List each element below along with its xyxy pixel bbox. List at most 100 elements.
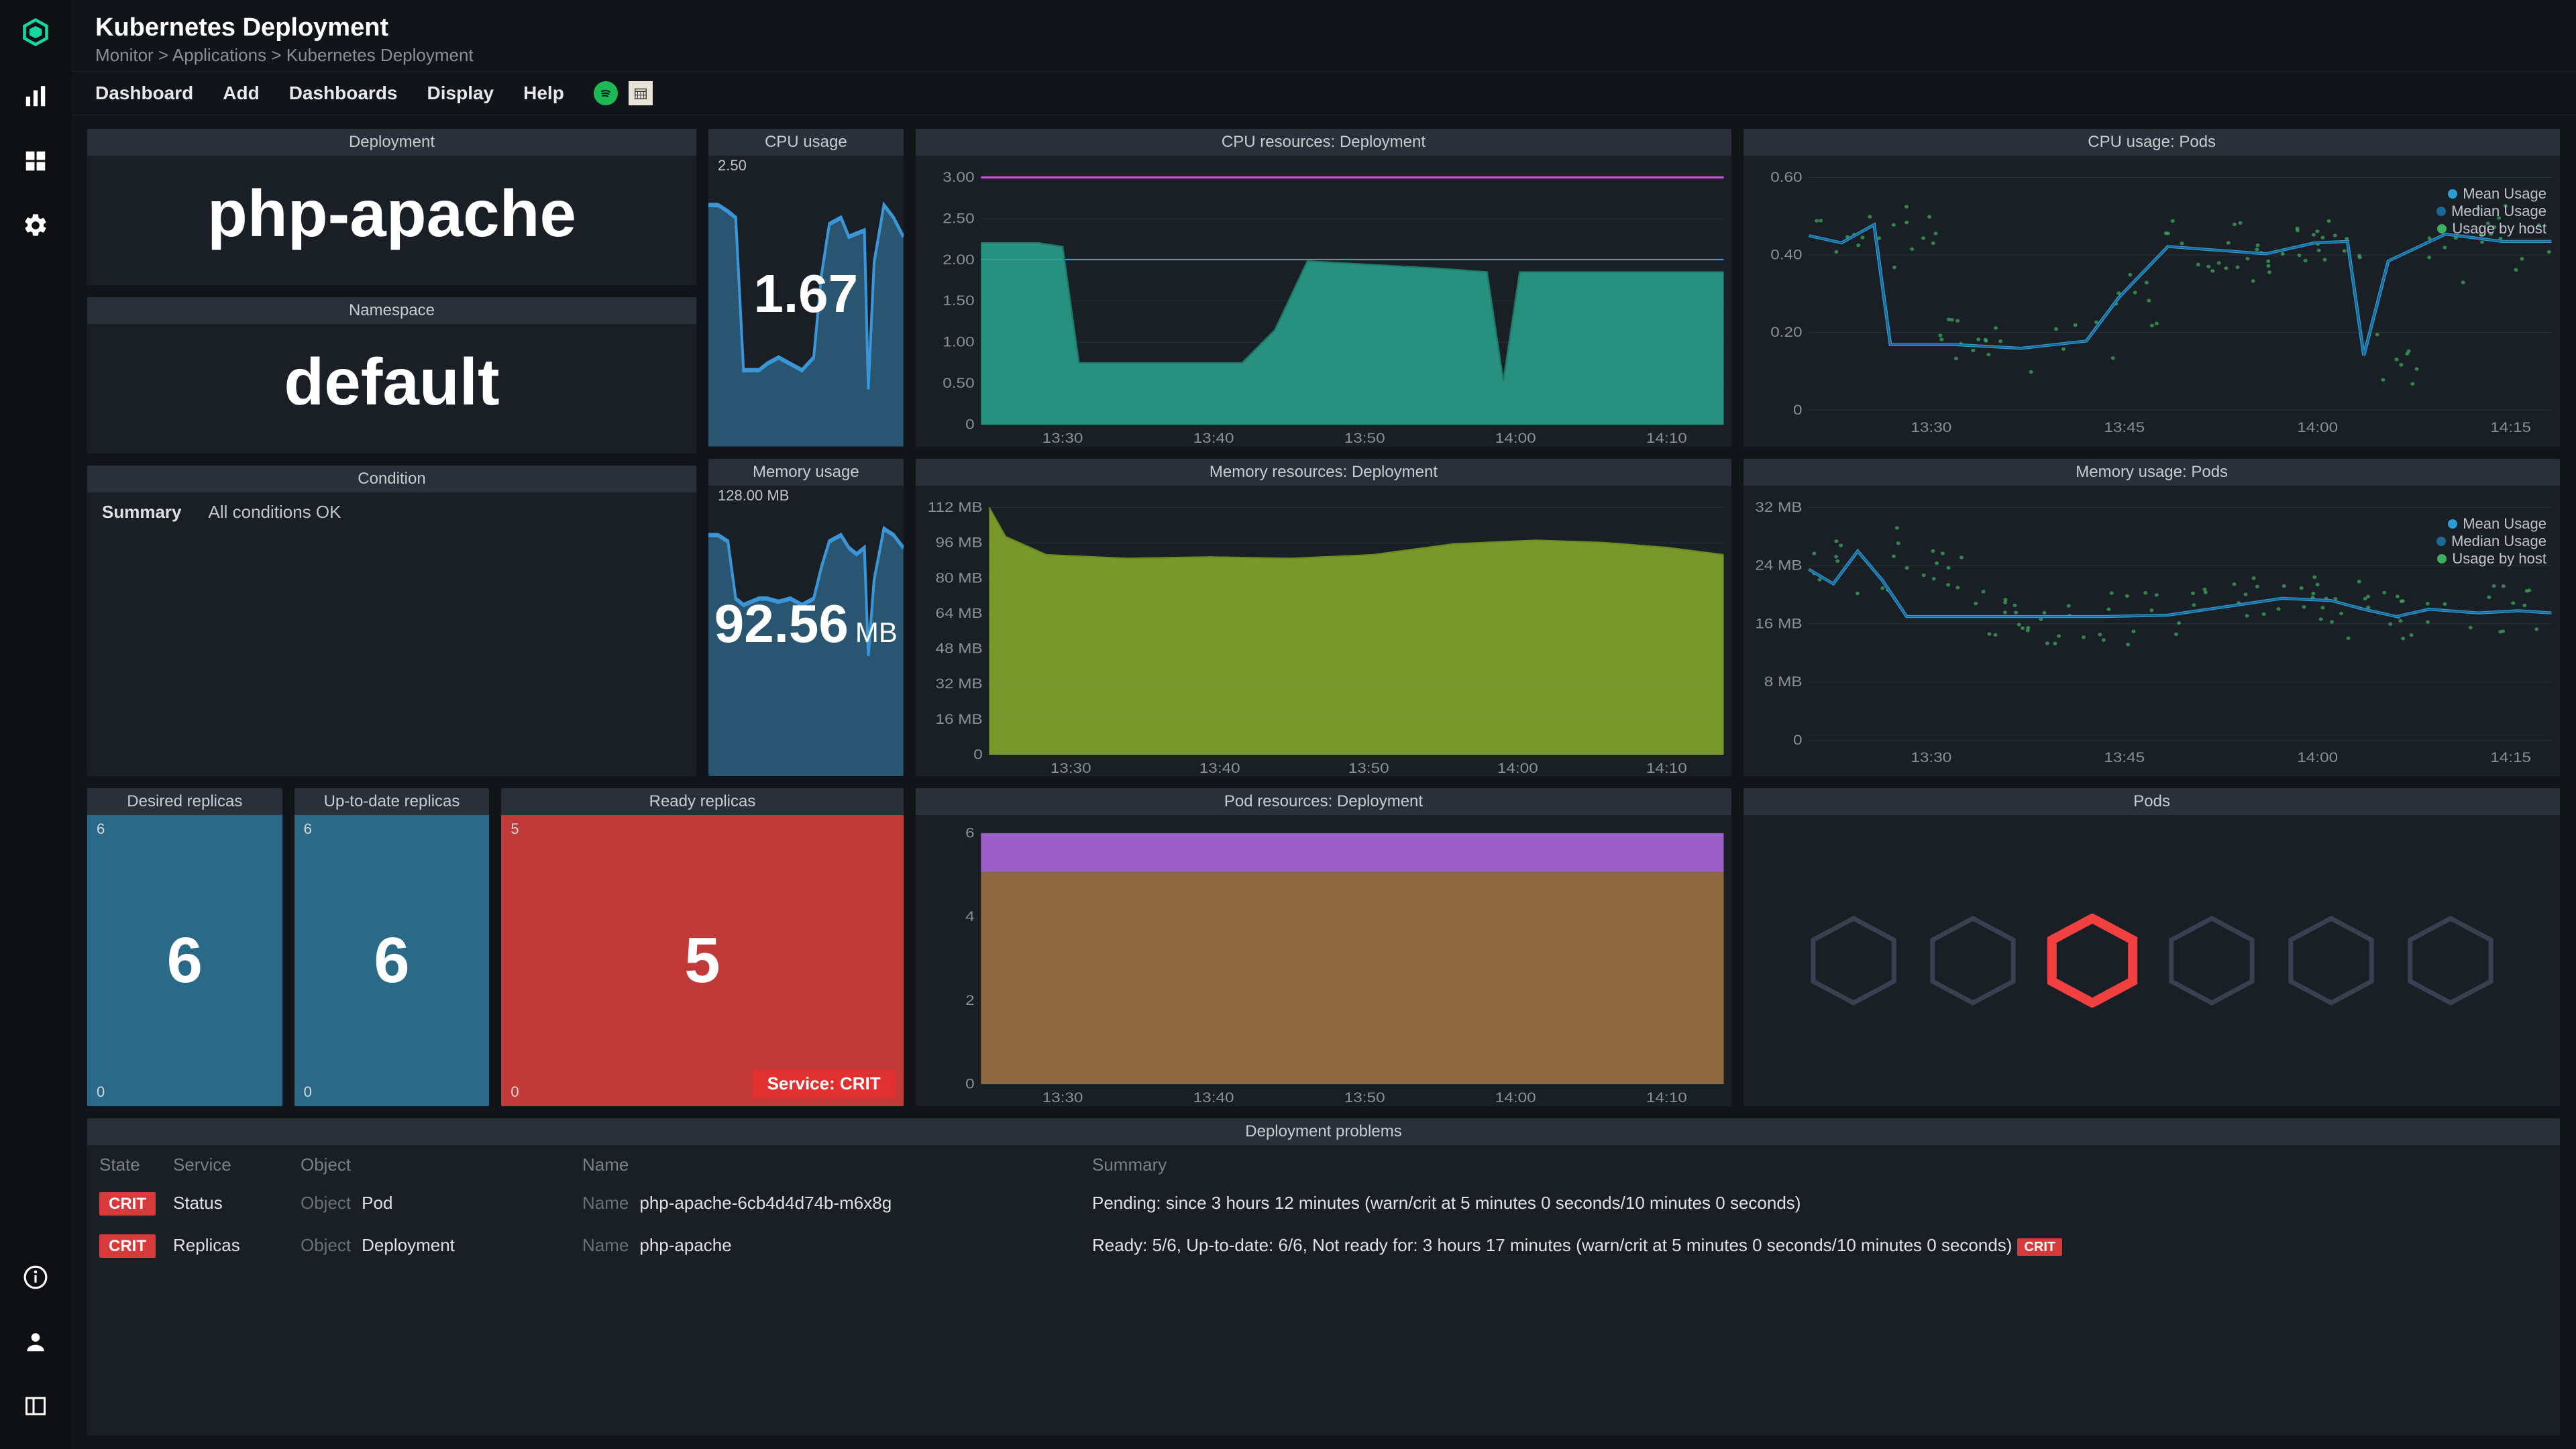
panel-title: CPU resources: Deployment: [916, 129, 1732, 156]
table-row[interactable]: CRITReplicasObjectDeploymentNamephp-apac…: [99, 1224, 2548, 1267]
deployment-value: php-apache: [207, 176, 576, 252]
svg-text:13:30: 13:30: [1042, 429, 1083, 445]
rep-value: 6: [374, 924, 409, 998]
svg-text:13:40: 13:40: [1193, 1089, 1234, 1105]
table-header: State Service Object Name Summary: [99, 1145, 2548, 1182]
svg-text:8 MB: 8 MB: [1764, 673, 1803, 689]
panel-title: Memory usage: Pods: [1743, 459, 2560, 486]
svg-text:16 MB: 16 MB: [935, 710, 982, 727]
menu-dashboard[interactable]: Dashboard: [95, 83, 193, 104]
cpu-usage-panel: CPU usage 2.50 0 1.67: [708, 129, 904, 447]
logo-icon[interactable]: [19, 16, 52, 48]
svg-text:1.00: 1.00: [943, 333, 974, 350]
pod-hex-crit[interactable]: [2045, 914, 2139, 1008]
cond-summary-label: Summary: [102, 502, 182, 523]
svg-text:0.40: 0.40: [1771, 246, 1803, 262]
svg-text:2: 2: [965, 991, 975, 1008]
rep-max: 5: [511, 820, 519, 838]
panel-title: Up-to-date replicas: [294, 788, 490, 815]
page-title: Kubernetes Deployment: [95, 13, 2552, 42]
sidebar: [0, 0, 71, 1449]
table-row[interactable]: CRITStatusObjectPodNamephp-apache-6cb4d4…: [99, 1182, 2548, 1224]
svg-text:1.50: 1.50: [943, 292, 974, 308]
svg-text:13:50: 13:50: [1348, 759, 1389, 775]
service-cell: Status: [173, 1193, 301, 1214]
problems-table: State Service Object Name Summary CRITSt…: [87, 1145, 2560, 1436]
panel-title: Deployment problems: [87, 1118, 2560, 1145]
svg-text:14:10: 14:10: [1646, 1089, 1687, 1105]
panel-title: Deployment: [87, 129, 696, 156]
svg-text:0: 0: [965, 416, 975, 432]
info-icon[interactable]: [19, 1261, 52, 1293]
pod-hex[interactable]: [1926, 914, 2020, 1008]
pod-hex[interactable]: [1807, 914, 1900, 1008]
user-icon[interactable]: [19, 1326, 52, 1358]
calendar-icon[interactable]: [629, 81, 653, 105]
state-badge: CRIT: [99, 1234, 156, 1258]
svg-text:13:30: 13:30: [1911, 419, 1952, 435]
svg-text:4: 4: [965, 908, 975, 924]
svg-text:13:45: 13:45: [2104, 749, 2145, 765]
svg-text:0: 0: [965, 1075, 975, 1091]
spotify-status-icon[interactable]: [594, 81, 618, 105]
name-cell: Namephp-apache-6cb4d4d74b-m6x8g: [582, 1193, 1092, 1214]
mem-spark-value: 92.56MB: [714, 593, 898, 655]
pod-hex[interactable]: [2284, 914, 2378, 1008]
pod-hex[interactable]: [2165, 914, 2259, 1008]
monitor-icon[interactable]: [19, 80, 52, 113]
svg-text:96 MB: 96 MB: [935, 533, 982, 549]
panel-title: Memory resources: Deployment: [916, 459, 1732, 486]
service-crit-badge[interactable]: Service: CRIT: [753, 1069, 896, 1098]
cpu-spark-value: 1.67: [753, 263, 858, 325]
apps-icon[interactable]: [19, 145, 52, 177]
menu-dashboards[interactable]: Dashboards: [289, 83, 398, 104]
menu-help[interactable]: Help: [523, 83, 564, 104]
svg-text:13:30: 13:30: [1042, 1089, 1083, 1105]
deployment-problems-panel: Deployment problems State Service Object…: [87, 1118, 2560, 1436]
svg-text:6: 6: [965, 824, 975, 841]
panel-title: Pod resources: Deployment: [916, 788, 1732, 815]
breadcrumb: Monitor > Applications > Kubernetes Depl…: [95, 45, 2552, 66]
name-cell: Namephp-apache: [582, 1235, 1092, 1256]
svg-text:13:50: 13:50: [1344, 1089, 1385, 1105]
svg-text:13:45: 13:45: [2104, 419, 2145, 435]
namespace-panel: Namespace default: [87, 297, 696, 453]
svg-text:48 MB: 48 MB: [935, 639, 982, 655]
cpu-resources-panel: CPU resources: Deployment 3.00 2.50 2.00 1.…: [916, 129, 1732, 447]
rep-value: 6: [167, 924, 203, 998]
svg-text:3.00: 3.00: [943, 168, 974, 184]
mem-pods-panel: Memory usage: Pods 32 MB24 MB16 MB8 MB0 …: [1743, 459, 2560, 777]
mem-spark-num: 92.56: [714, 594, 849, 653]
svg-text:64 MB: 64 MB: [935, 604, 982, 621]
pod-hex[interactable]: [2404, 914, 2498, 1008]
panel-title: Pods: [1743, 788, 2560, 815]
svg-text:2.50: 2.50: [943, 210, 974, 226]
svg-text:14:15: 14:15: [2491, 419, 2532, 435]
cpu-pods-panel: CPU usage: Pods 0.600.400.200 13:3013:45…: [1743, 129, 2560, 447]
namespace-value: default: [284, 344, 499, 420]
mem-spark-unit: MB: [855, 616, 898, 648]
menu-add[interactable]: Add: [223, 83, 259, 104]
svg-text:32 MB: 32 MB: [935, 675, 982, 691]
svg-text:0: 0: [1793, 731, 1803, 747]
menu-display[interactable]: Display: [427, 83, 494, 104]
svg-text:14:00: 14:00: [2298, 749, 2339, 765]
panel-toggle-icon[interactable]: [19, 1390, 52, 1422]
svg-text:0.60: 0.60: [1771, 168, 1803, 184]
spark-column: CPU usage 2.50 0 1.67 Memory usage 128.0…: [708, 129, 904, 776]
svg-text:14:00: 14:00: [2298, 419, 2339, 435]
svg-text:13:40: 13:40: [1193, 429, 1234, 445]
settings-icon[interactable]: [19, 209, 52, 241]
svg-text:13:30: 13:30: [1050, 759, 1091, 775]
svg-text:2.00: 2.00: [943, 251, 974, 267]
svg-text:13:40: 13:40: [1199, 759, 1240, 775]
object-cell: ObjectDeployment: [301, 1235, 582, 1256]
deploy-stack: Deployment php-apache Namespace default …: [87, 129, 696, 776]
svg-text:13:30: 13:30: [1911, 749, 1952, 765]
deployment-panel: Deployment php-apache: [87, 129, 696, 285]
panel-title: Condition: [87, 466, 696, 492]
svg-text:14:00: 14:00: [1495, 429, 1536, 445]
pods-hex-row: [1743, 815, 2560, 1106]
pod-res-chart: 6420 13:3013:4013:5014:0014:10: [916, 815, 1732, 1106]
inline-crit-badge: CRIT: [2017, 1238, 2062, 1256]
